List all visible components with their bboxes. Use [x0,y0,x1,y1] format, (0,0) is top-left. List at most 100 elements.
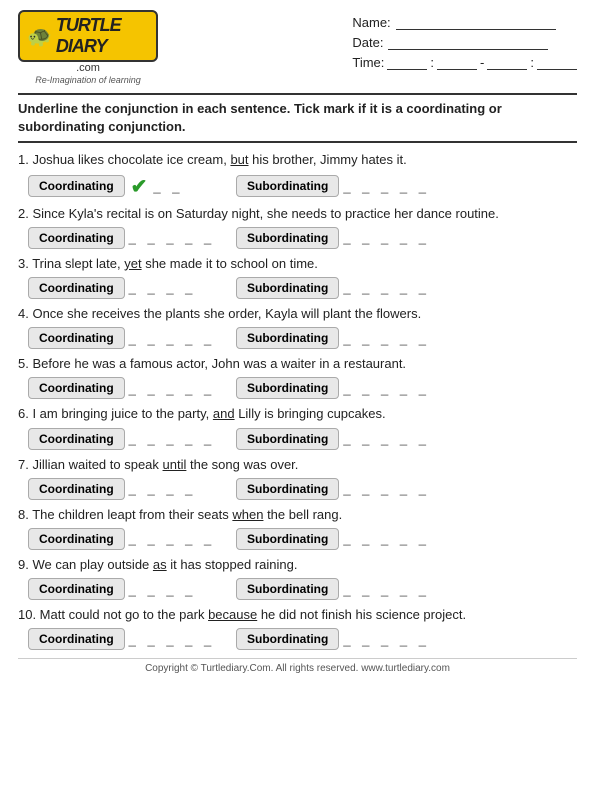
coordinating-button-8[interactable]: Coordinating [28,528,125,550]
coord-section-1: Coordinating ✔ _ _ [28,174,228,199]
coordinating-button-7[interactable]: Coordinating [28,478,125,500]
instructions: Underline the conjunction in each senten… [18,93,577,143]
time-hour [387,54,427,70]
coord-section-9: Coordinating _ _ _ _ [28,578,228,600]
question-text-5: 5. Before he was a famous actor, John wa… [18,355,577,373]
coordinating-button-3[interactable]: Coordinating [28,277,125,299]
coord-dashes-6: _ _ _ _ _ [129,431,216,446]
questions-container: 1. Joshua likes chocolate ice cream, but… [18,151,577,650]
turtle-icon: 🐢 [27,24,52,49]
question-5: 5. Before he was a famous actor, John wa… [18,355,577,399]
answer-row-9: Coordinating _ _ _ _ Subordinating _ _ _ _ … [18,578,577,600]
footer: Copyright © Turtlediary.Com. All rights … [18,658,577,674]
time-sep2: - [480,55,484,70]
answer-row-6: Coordinating _ _ _ _ _ Subordinating _ _ _ … [18,428,577,450]
time-ms [537,54,577,70]
page-header: 🐢 TURTLE DIARY .com Re-Imagination of le… [18,10,577,85]
conjunction-7: until [163,457,187,472]
coordinating-button-9[interactable]: Coordinating [28,578,125,600]
date-line [388,34,548,50]
subord-section-1: Subordinating_ _ _ _ _ [236,175,430,197]
question-10: 10. Matt could not go to the park becaus… [18,606,577,650]
subordinating-button-3[interactable]: Subordinating [236,277,339,299]
coord-dashes-1: _ _ [153,179,183,194]
subord-dashes-9: _ _ _ _ _ [343,582,430,597]
name-field-row: Name: [352,14,577,30]
question-text-1: 1. Joshua likes chocolate ice cream, but… [18,151,577,169]
answer-row-10: Coordinating_ _ _ _ _Subordinating_ _ _ … [18,628,577,650]
subord-dashes-6: _ _ _ _ _ [343,431,430,446]
coordinating-button-6[interactable]: Coordinating [28,428,125,450]
subordinating-button-9[interactable]: Subordinating [236,578,339,600]
conjunction-6: and [213,406,235,421]
question-4: 4. Once she receives the plants she orde… [18,305,577,349]
logo-box: 🐢 TURTLE DIARY [18,10,158,62]
question-text-10: 10. Matt could not go to the park becaus… [18,606,577,624]
answer-row-5: Coordinating _ _ _ _ _ Subordinating_ _ _ … [18,377,577,399]
answer-row-7: Coordinating _ _ _ _ Subordinating _ _ _ _ … [18,478,577,500]
subord-section-5: Subordinating_ _ _ _ _ [236,377,430,399]
logo-area: 🐢 TURTLE DIARY .com Re-Imagination of le… [18,10,158,85]
time-field-row: Time: : - : [352,54,577,70]
subordinating-button-4[interactable]: Subordinating [236,327,339,349]
coordinating-button-2[interactable]: Coordinating [28,227,125,249]
date-label: Date: [352,35,383,50]
subordinating-button-8[interactable]: Subordinating [236,528,339,550]
time-min [437,54,477,70]
logo-text: TURTLE DIARY [56,15,149,57]
coord-dashes-5: _ _ _ _ _ [129,381,216,396]
question-text-6: 6. I am bringing juice to the party, and… [18,405,577,423]
coord-dashes-7: _ _ _ _ [129,481,197,496]
coord-dashes-3: _ _ _ _ [129,280,197,295]
question-text-3: 3. Trina slept late, yet she made it to … [18,255,577,273]
coord-dashes-9: _ _ _ _ [129,582,197,597]
answer-row-2: Coordinating _ _ _ _ _ Subordinating _ _ _ … [18,227,577,249]
subord-dashes-8: _ _ _ _ _ [343,531,430,546]
question-text-8: 8. The children leapt from their seats w… [18,506,577,524]
coord-section-4: Coordinating_ _ _ _ _ [28,327,228,349]
coord-dashes-8: _ _ _ _ _ [129,531,216,546]
subordinating-button-6[interactable]: Subordinating [236,428,339,450]
instructions-text: Underline the conjunction in each senten… [18,101,502,134]
question-text-9: 9. We can play outside as it has stopped… [18,556,577,574]
subordinating-button-2[interactable]: Subordinating [236,227,339,249]
subordinating-button-10[interactable]: Subordinating [236,628,339,650]
coord-section-6: Coordinating _ _ _ _ _ [28,428,228,450]
instructions-content: Underline the conjunction in each senten… [18,101,502,134]
subord-section-3: Subordinating _ _ _ _ _ [236,277,430,299]
subord-section-7: Subordinating _ _ _ _ _ [236,478,430,500]
subord-section-8: Subordinating _ _ _ _ _ [236,528,430,550]
coord-section-7: Coordinating _ _ _ _ [28,478,228,500]
time-sep3: : [530,55,534,70]
subord-dashes-2: _ _ _ _ _ [343,230,430,245]
subord-section-6: Subordinating _ _ _ _ _ [236,428,430,450]
conjunction-9: as [153,557,167,572]
coord-dashes-2: _ _ _ _ _ [129,230,216,245]
coordinating-button-4[interactable]: Coordinating [28,327,125,349]
question-text-2: 2. Since Kyla's recital is on Saturday n… [18,205,577,223]
question-1: 1. Joshua likes chocolate ice cream, but… [18,151,577,198]
answer-row-1: Coordinating ✔ _ _ Subordinating_ _ _ _ _ [18,174,577,199]
subord-dashes-3: _ _ _ _ _ [343,280,430,295]
question-8: 8. The children leapt from their seats w… [18,506,577,550]
subordinating-button-1[interactable]: Subordinating [236,175,339,197]
coordinating-button-5[interactable]: Coordinating [28,377,125,399]
subord-dashes-7: _ _ _ _ _ [343,481,430,496]
name-label: Name: [352,15,390,30]
answer-row-3: Coordinating _ _ _ _ Subordinating _ _ _ _ … [18,277,577,299]
coord-section-2: Coordinating _ _ _ _ _ [28,227,228,249]
coord-section-8: Coordinating _ _ _ _ _ [28,528,228,550]
conjunction-3: yet [124,256,141,271]
coordinating-button-1[interactable]: Coordinating [28,175,125,197]
question-7: 7. Jillian waited to speak until the son… [18,456,577,500]
question-2: 2. Since Kyla's recital is on Saturday n… [18,205,577,249]
subordinating-button-5[interactable]: Subordinating [236,377,339,399]
subord-dashes-4: _ _ _ _ _ [343,331,430,346]
coord-check-1: ✔ [131,174,148,199]
subord-section-4: Subordinating _ _ _ _ _ [236,327,430,349]
time-sep1: : [430,55,434,70]
date-field-row: Date: [352,34,577,50]
coordinating-button-10[interactable]: Coordinating [28,628,125,650]
subordinating-button-7[interactable]: Subordinating [236,478,339,500]
subord-section-10: Subordinating_ _ _ _ _ [236,628,430,650]
